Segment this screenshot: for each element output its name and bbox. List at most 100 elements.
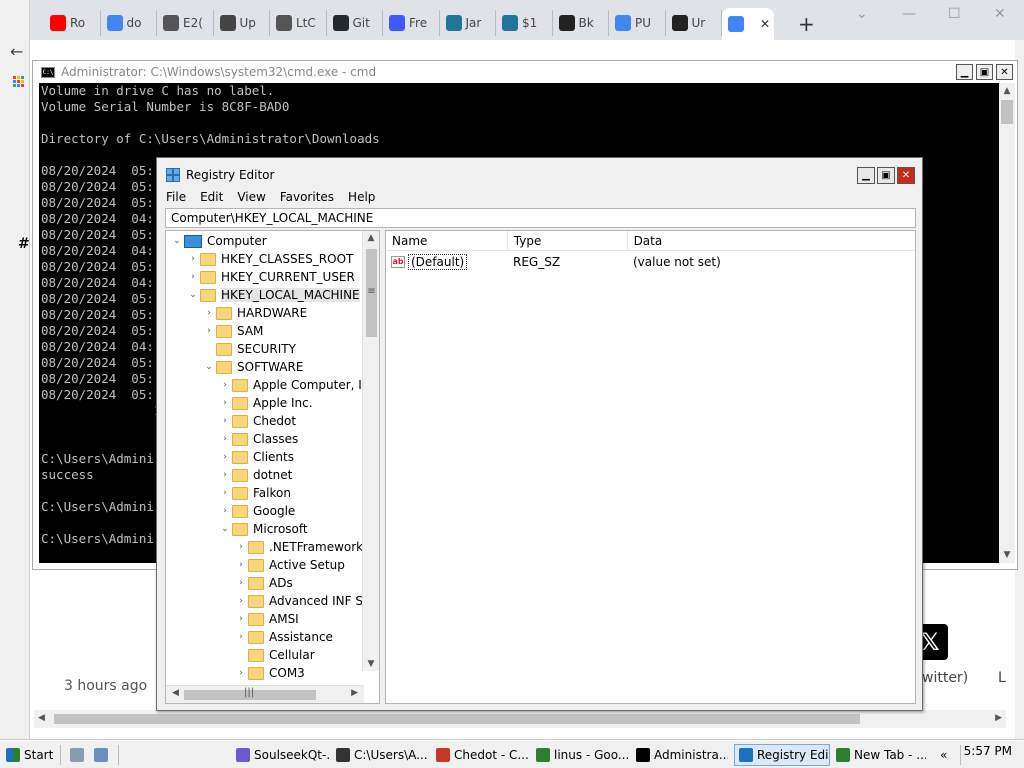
taskbar-button[interactable]: Registry Edi...: [734, 744, 830, 766]
quick-launch-icon[interactable]: [94, 744, 108, 766]
tree-vertical-scrollbar[interactable]: ▲ ≡ ▼: [362, 231, 379, 671]
chevron-down-icon[interactable]: ⌄: [170, 236, 184, 246]
scroll-down-icon[interactable]: ▼: [999, 547, 1015, 563]
cmd-minimize-button[interactable]: ▁: [956, 64, 973, 80]
tree-node[interactable]: › Apple Inc.: [218, 394, 312, 412]
taskbar-clock[interactable]: 5:57 PM: [964, 744, 1012, 758]
chevron-down-icon[interactable]: ⌄: [218, 524, 232, 534]
taskbar-button[interactable]: Chedot - C...: [436, 744, 530, 766]
chevron-right-icon[interactable]: ›: [218, 452, 232, 462]
tab-search-icon[interactable]: ⌄: [856, 6, 868, 22]
browser-tab[interactable]: Fre: [383, 10, 440, 36]
chevron-right-icon[interactable]: ›: [202, 308, 216, 318]
chevron-right-icon[interactable]: ›: [186, 254, 200, 264]
scroll-right-icon[interactable]: ▶: [351, 688, 358, 698]
tree-node[interactable]: ⌄ Microsoft: [218, 520, 307, 538]
chevron-right-icon[interactable]: ›: [218, 506, 232, 516]
cmd-scrollbar-thumb[interactable]: [1001, 100, 1013, 124]
registry-values-pane[interactable]: Name Type Data ab (Default) REG_SZ (value…: [385, 230, 916, 704]
chevron-down-icon[interactable]: ⌄: [186, 290, 200, 300]
chevron-right-icon[interactable]: ›: [186, 272, 200, 282]
chevron-right-icon[interactable]: ›: [234, 560, 248, 570]
tree-node[interactable]: › HARDWARE: [202, 304, 307, 322]
start-button[interactable]: Start: [6, 744, 53, 766]
browser-tab[interactable]: ✕: [722, 8, 774, 40]
tree-node[interactable]: › Apple Computer, Inc.: [218, 376, 379, 394]
browser-tab[interactable]: Git: [327, 10, 383, 36]
tree-node[interactable]: › Assistance: [234, 628, 333, 646]
value-row[interactable]: ab (Default) REG_SZ (value not set): [386, 253, 721, 271]
chevron-down-icon[interactable]: ⌄: [202, 362, 216, 372]
tree-node[interactable]: SECURITY: [202, 340, 296, 358]
scroll-right-icon[interactable]: ▶: [995, 713, 1002, 723]
registry-editor-window[interactable]: Registry Editor ▁ ▣ ✕ File Edit View Favori…: [156, 157, 923, 711]
scroll-up-icon[interactable]: ▲: [363, 233, 379, 243]
chevron-right-icon[interactable]: ›: [234, 632, 248, 642]
tree-node[interactable]: › Advanced INF Setup: [234, 592, 379, 610]
scroll-down-icon[interactable]: ▼: [363, 659, 379, 669]
tree-node[interactable]: › HKEY_CLASSES_ROOT: [186, 250, 353, 268]
menu-favorites[interactable]: Favorites: [273, 190, 341, 204]
browser-tab[interactable]: Ro: [44, 10, 101, 36]
chevron-right-icon[interactable]: ›: [218, 380, 232, 390]
browser-tab[interactable]: LtC: [270, 10, 327, 36]
tree-node[interactable]: › ADs: [234, 574, 293, 592]
apps-grid-icon[interactable]: [13, 76, 25, 88]
tree-node[interactable]: › AMSI: [234, 610, 299, 628]
scroll-up-icon[interactable]: ▲: [999, 83, 1015, 99]
column-header-name[interactable]: Name: [386, 231, 508, 251]
cmd-scrollbar[interactable]: ▲ ▼: [999, 83, 1015, 563]
page-horizontal-scrollbar[interactable]: ◀ ▶: [34, 710, 1006, 728]
registry-tree-pane[interactable]: › COM3 Cellular › Assistance › AMSI › Advanced I…: [165, 230, 380, 704]
cmd-maximize-button[interactable]: ▣: [976, 64, 993, 80]
browser-tab[interactable]: Up: [214, 10, 270, 36]
chevron-right-icon[interactable]: ›: [202, 326, 216, 336]
cmd-titlebar[interactable]: C:\ Administrator: C:\Windows\system32\c…: [33, 61, 1017, 83]
tree-node[interactable]: › Active Setup: [234, 556, 345, 574]
show-desktop-icon[interactable]: [70, 744, 84, 766]
chevron-right-icon[interactable]: ›: [234, 668, 248, 678]
menu-file[interactable]: File: [159, 190, 193, 204]
tree-node[interactable]: ⌄ SOFTWARE: [202, 358, 303, 376]
tree-node[interactable]: › Chedot: [218, 412, 296, 430]
maximize-browser-icon[interactable]: ☐: [948, 6, 961, 22]
tree-node[interactable]: › COM3: [234, 664, 305, 682]
browser-tab[interactable]: $1: [496, 10, 553, 36]
menu-edit[interactable]: Edit: [193, 190, 230, 204]
taskbar-button[interactable]: Administra...: [636, 744, 728, 766]
tree-node[interactable]: › Clients: [218, 448, 294, 466]
registry-close-button[interactable]: ✕: [897, 167, 915, 184]
scrollbar-thumb[interactable]: [54, 714, 860, 724]
chevron-right-icon[interactable]: ›: [234, 542, 248, 552]
taskbar-button[interactable]: C:\Users\A...: [336, 744, 430, 766]
close-browser-icon[interactable]: ✕: [994, 6, 1006, 22]
chevron-right-icon[interactable]: ›: [234, 614, 248, 624]
tree-horizontal-scrollbar[interactable]: ◀ ||| ▶: [166, 685, 364, 703]
tree-node[interactable]: ⌄ Computer: [170, 232, 266, 250]
tree-node[interactable]: ⌄ HKEY_LOCAL_MACHINE: [186, 286, 360, 304]
minimize-browser-icon[interactable]: —: [902, 6, 916, 22]
browser-tab[interactable]: Ur: [666, 10, 722, 36]
new-tab-button[interactable]: +: [798, 12, 815, 36]
taskbar-button[interactable]: New Tab - ...: [836, 744, 926, 766]
chevron-right-icon[interactable]: ›: [218, 434, 232, 444]
chevron-right-icon[interactable]: ›: [234, 578, 248, 588]
scroll-left-icon[interactable]: ◀: [172, 688, 179, 698]
back-arrow-icon[interactable]: ←: [10, 42, 23, 61]
tray-overflow-button[interactable]: «: [940, 744, 947, 766]
chevron-right-icon[interactable]: ›: [218, 470, 232, 480]
tree-node[interactable]: Cellular: [234, 646, 315, 664]
column-header-data[interactable]: Data: [628, 231, 915, 251]
registry-address-bar[interactable]: Computer\HKEY_LOCAL_MACHINE: [165, 208, 916, 228]
browser-tab[interactable]: E2(: [157, 10, 214, 36]
taskbar-button[interactable]: linus - Goo...: [536, 744, 630, 766]
tree-node[interactable]: › HKEY_CURRENT_USER: [186, 268, 355, 286]
browser-tab[interactable]: Jar: [440, 10, 496, 36]
tree-node[interactable]: › SAM: [202, 322, 263, 340]
browser-tab[interactable]: Bk: [553, 10, 609, 36]
tree-node[interactable]: › dotnet: [218, 466, 292, 484]
menu-view[interactable]: View: [230, 190, 272, 204]
browser-tab[interactable]: do: [101, 10, 157, 36]
browser-tab[interactable]: PU: [609, 10, 666, 36]
chevron-right-icon[interactable]: ›: [234, 596, 248, 606]
